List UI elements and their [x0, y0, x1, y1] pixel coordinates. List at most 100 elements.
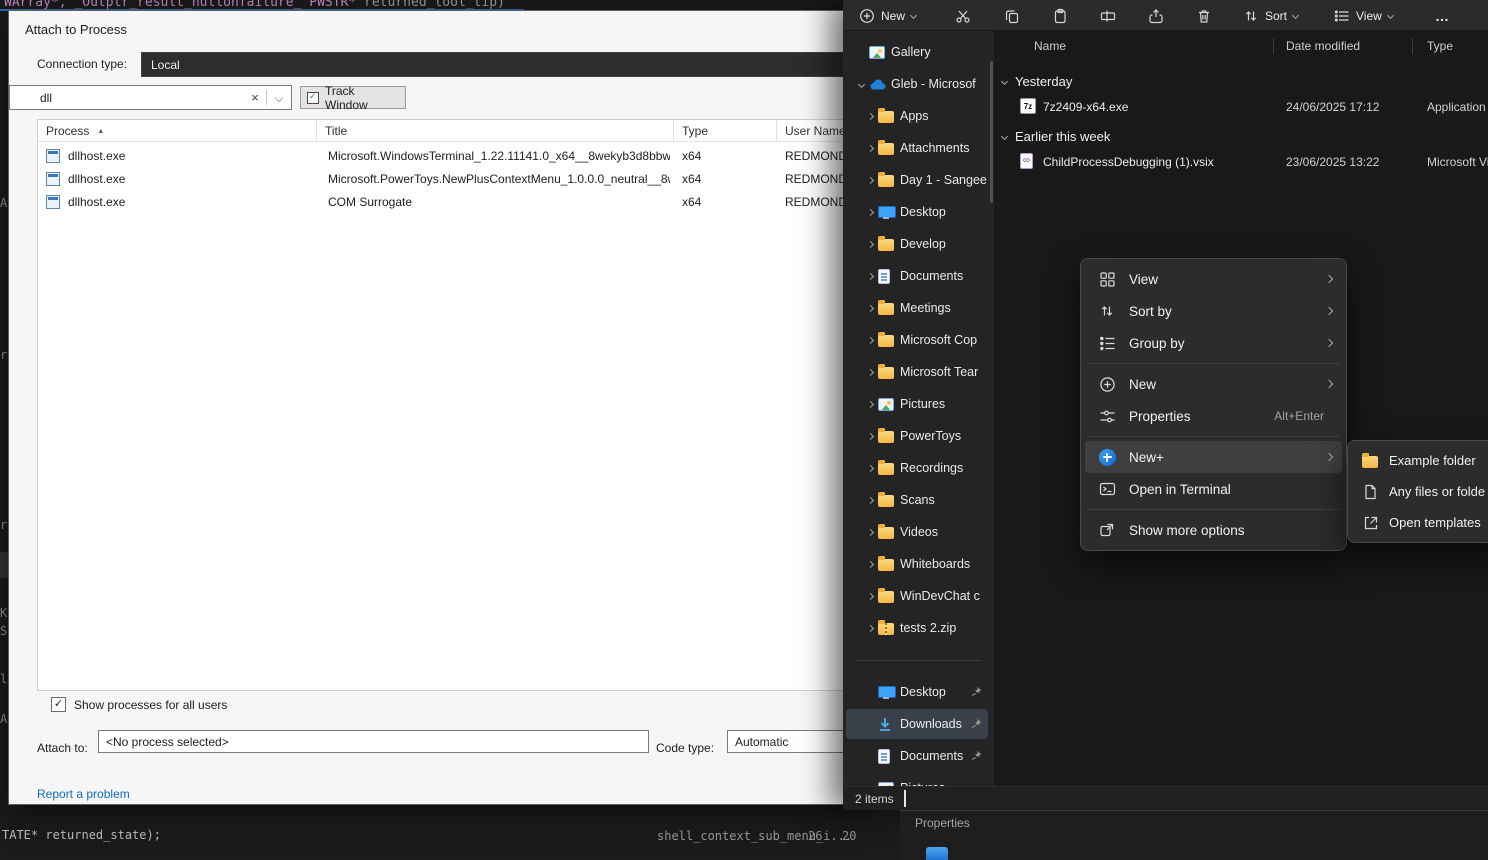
view-button[interactable]: View [1326, 3, 1401, 28]
sidebar-pinned-documents[interactable]: Documents [846, 741, 988, 771]
chevron-right-icon[interactable] [867, 432, 874, 439]
sidebar-item-onedrive[interactable]: Gleb - Microsof [846, 69, 988, 99]
chevron-right-icon[interactable] [867, 240, 874, 247]
sidebar-pinned-desktop[interactable]: Desktop [846, 677, 988, 707]
column-divider[interactable] [1412, 38, 1413, 54]
menu-item-show-more-options[interactable]: Show more options [1085, 514, 1342, 546]
sidebar-item-attachments[interactable]: Attachments [846, 133, 988, 163]
folder-icon [878, 143, 894, 155]
checkbox-checked[interactable]: ✓ [51, 697, 66, 712]
group-header-earlier-this-week[interactable]: Earlier this week [1002, 126, 1110, 146]
filter-dropdown-button[interactable] [267, 95, 291, 101]
chevron-right-icon[interactable] [867, 112, 874, 119]
sidebar-item-recordings[interactable]: Recordings [846, 453, 988, 483]
column-header-type[interactable]: Type [1427, 39, 1453, 53]
sidebar-item-pictures[interactable]: Pictures [846, 389, 988, 419]
chevron-down-icon [275, 93, 283, 101]
editor-line-number: 20 [842, 829, 856, 843]
folder-icon [878, 591, 894, 603]
attach-to-process-dialog: Attach to Process Connection type: Local… [8, 10, 860, 805]
chevron-right-icon[interactable] [867, 496, 874, 503]
sort-button[interactable]: Sort [1235, 3, 1306, 28]
submenu-item-any-files[interactable]: Any files or folde [1352, 476, 1488, 507]
documents-icon [878, 269, 890, 284]
sidebar-item-powertoys[interactable]: PowerToys [846, 421, 988, 451]
menu-item-open-in-terminal[interactable]: Open in Terminal [1085, 473, 1342, 505]
track-window-button[interactable]: Track Window [300, 86, 406, 109]
chevron-right-icon[interactable] [867, 560, 874, 567]
submenu-item-open-templates[interactable]: Open templates [1352, 507, 1488, 538]
sidebar-item-gallery[interactable]: Gallery [846, 37, 988, 67]
cut-button[interactable] [947, 3, 979, 28]
sidebar-item-day1[interactable]: Day 1 - Sangee [846, 165, 988, 195]
sidebar-item-microsoft-copilot[interactable]: Microsoft Cop [846, 325, 988, 355]
menu-item-new[interactable]: New [1085, 368, 1342, 400]
connection-type-dropdown[interactable]: Local [141, 52, 859, 77]
show-all-users-checkbox[interactable]: ✓ Show processes for all users [51, 697, 227, 712]
process-row[interactable]: dllhost.exe COM Surrogate x64 REDMOND [38, 191, 860, 214]
menu-item-properties[interactable]: Properties Alt+Enter [1085, 400, 1342, 432]
chevron-right-icon[interactable] [867, 272, 874, 279]
code-type-dropdown[interactable]: Automatic [727, 730, 861, 753]
group-by-icon [1099, 335, 1116, 352]
rename-button[interactable] [1092, 3, 1124, 28]
chevron-right-icon[interactable] [867, 144, 874, 151]
chevron-down-icon [1001, 132, 1008, 139]
sidebar-item-tests-zip[interactable]: tests 2.zip [846, 613, 988, 643]
column-divider[interactable] [1273, 38, 1274, 54]
chevron-right-icon[interactable] [867, 304, 874, 311]
sidebar-item-apps[interactable]: Apps [846, 101, 988, 131]
chevron-right-icon[interactable] [867, 368, 874, 375]
sidebar-pinned-pictures[interactable]: Pictures [846, 773, 988, 786]
chevron-right-icon[interactable] [867, 336, 874, 343]
column-header-date-modified[interactable]: Date modified [1286, 39, 1360, 53]
chevron-right-icon[interactable] [867, 176, 874, 183]
chevron-right-icon[interactable] [867, 464, 874, 471]
file-row[interactable]: 7z2409-x64.exe 24/06/2025 17:12 Applicat… [994, 93, 1488, 121]
submenu-item-example-folder[interactable]: Example folder [1352, 445, 1488, 476]
pin-icon [971, 750, 982, 761]
menu-item-new-plus[interactable]: New+ [1085, 441, 1342, 473]
menu-item-view[interactable]: View [1085, 263, 1342, 295]
process-row[interactable]: dllhost.exe Microsoft.PowerToys.NewPlusC… [38, 168, 860, 191]
sidebar-item-whiteboards[interactable]: Whiteboards [846, 549, 988, 579]
status-divider [904, 790, 906, 807]
chevron-right-icon[interactable] [867, 592, 874, 599]
sidebar-item-develop[interactable]: Develop [846, 229, 988, 259]
file-row[interactable]: ChildProcessDebugging (1).vsix 23/06/202… [994, 148, 1488, 176]
sidebar-item-videos[interactable]: Videos [846, 517, 988, 547]
clear-filter-icon[interactable]: × [244, 90, 266, 105]
sidebar-scrollbar[interactable] [990, 61, 993, 203]
column-header-type[interactable]: Type [674, 120, 777, 142]
sidebar-item-windevchat[interactable]: WinDevChat c [846, 581, 988, 611]
see-more-button[interactable]: … [1427, 3, 1457, 28]
chevron-right-icon[interactable] [867, 400, 874, 407]
chevron-down-icon[interactable] [858, 80, 865, 87]
column-header-name[interactable]: Name [1034, 39, 1066, 53]
copy-button[interactable] [996, 3, 1028, 28]
delete-button[interactable] [1188, 3, 1220, 28]
sidebar-pinned-downloads[interactable]: Downloads [846, 709, 988, 739]
report-problem-link[interactable]: Report a problem [37, 787, 130, 801]
sidebar-item-meetings[interactable]: Meetings [846, 293, 988, 323]
paste-button[interactable] [1044, 3, 1076, 28]
menu-item-sort-by[interactable]: Sort by [1085, 295, 1342, 327]
new-button[interactable]: New [851, 3, 924, 28]
column-header-process[interactable]: Process ▲ [38, 120, 317, 142]
share-button[interactable] [1140, 3, 1172, 28]
navigation-pane: Gallery Gleb - Microsof Apps Attachments [843, 31, 994, 786]
chevron-right-icon[interactable] [867, 208, 874, 215]
process-filter-input[interactable]: dll × [9, 85, 292, 110]
sidebar-item-documents[interactable]: Documents [846, 261, 988, 291]
group-header-yesterday[interactable]: Yesterday [1002, 71, 1072, 91]
sidebar-item-desktop[interactable]: Desktop [846, 197, 988, 227]
chevron-right-icon[interactable] [867, 624, 874, 631]
new-plus-icon [1099, 449, 1116, 466]
chevron-right-icon[interactable] [867, 528, 874, 535]
sidebar-item-microsoft-teams[interactable]: Microsoft Tear [846, 357, 988, 387]
column-header-title[interactable]: Title [317, 120, 674, 142]
process-row[interactable]: dllhost.exe Microsoft.WindowsTerminal_1.… [38, 145, 860, 168]
sidebar-item-scans[interactable]: Scans [846, 485, 988, 515]
attach-to-field[interactable]: <No process selected> [98, 730, 649, 753]
menu-item-group-by[interactable]: Group by [1085, 327, 1342, 359]
